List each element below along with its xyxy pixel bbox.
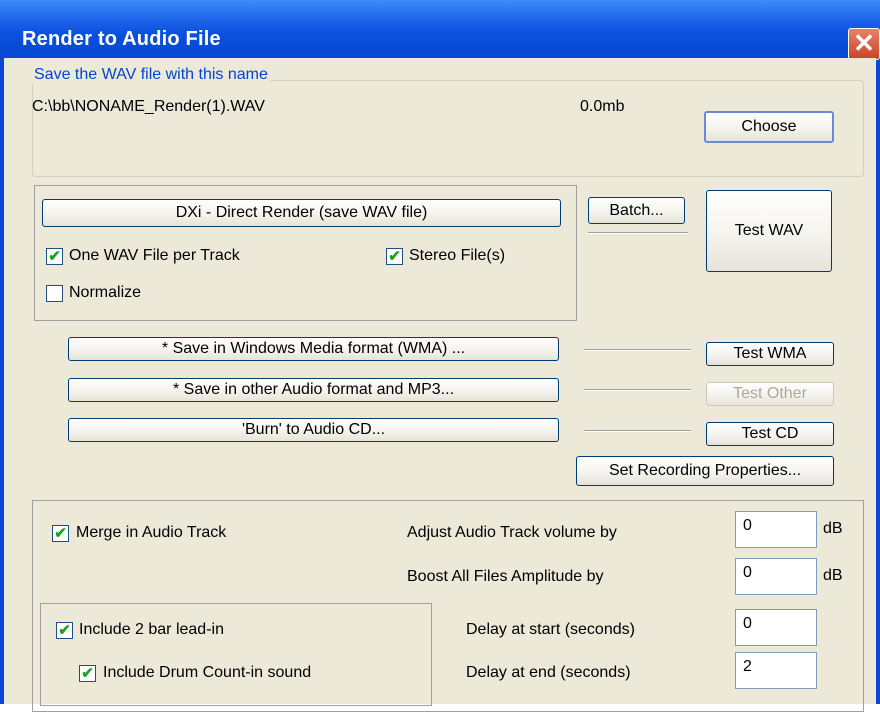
stereo-checkbox[interactable]: ✔ [386,248,403,265]
file-size: 0.0mb [580,98,625,115]
delay-end-label: Delay at end (seconds) [466,664,631,681]
checkmark-icon: ✔ [48,248,61,265]
dxi-render-button[interactable]: DXi - Direct Render (save WAV file) [42,199,561,227]
lead-in-group [40,603,432,706]
checkmark-icon: ✔ [81,665,94,682]
delay-start-label: Delay at start (seconds) [466,621,635,638]
normalize-label[interactable]: Normalize [69,284,141,302]
batch-button[interactable]: Batch... [588,197,685,224]
boost-amplitude-label: Boost All Files Amplitude by [407,568,604,585]
dialog-title: Render to Audio File [22,28,221,50]
filename-group-legend: Save the WAV file with this name [32,66,270,84]
save-wma-button[interactable]: * Save in Windows Media format (WMA) ... [68,337,559,361]
drum-count-in-label[interactable]: Include Drum Count-in sound [103,664,311,682]
close-icon: ✕ [853,28,875,58]
checkmark-icon: ✔ [54,525,67,542]
stereo-label[interactable]: Stereo File(s) [409,247,505,265]
test-cd-button[interactable]: Test CD [706,422,834,446]
lead-in-checkbox[interactable]: ✔ [56,622,73,639]
separator-line [584,349,691,351]
checkmark-icon: ✔ [58,622,71,639]
test-wma-button[interactable]: Test WMA [706,342,834,366]
normalize-checkbox[interactable] [46,285,63,302]
file-path: C:\bb\NONAME_Render(1).WAV [32,98,265,115]
dialog-window: Render to Audio File ✕ Save the WAV file… [0,0,880,712]
burn-cd-button[interactable]: 'Burn' to Audio CD... [68,418,559,442]
drum-count-in-checkbox[interactable]: ✔ [79,665,96,682]
one-wav-label[interactable]: One WAV File per Track [69,247,240,265]
checkmark-icon: ✔ [388,248,401,265]
title-bar[interactable]: Render to Audio File ✕ [0,0,880,60]
one-wav-checkbox[interactable]: ✔ [46,248,63,265]
adjust-volume-field[interactable]: 0 [735,511,817,548]
dialog-body: Save the WAV file with this name C:\bb\N… [4,58,876,712]
separator-line [584,389,691,391]
boost-amplitude-field[interactable]: 0 [735,558,817,595]
merge-audio-label[interactable]: Merge in Audio Track [76,524,226,542]
delay-end-field[interactable]: 2 [735,652,817,689]
separator-line [588,232,688,234]
test-other-button: Test Other [706,382,834,406]
separator-line [584,430,691,432]
save-other-format-button[interactable]: * Save in other Audio format and MP3... [68,378,559,402]
merge-audio-checkbox[interactable]: ✔ [52,525,69,542]
adjust-volume-unit: dB [823,520,843,537]
choose-button[interactable]: Choose [704,111,834,143]
delay-start-field[interactable]: 0 [735,609,817,646]
set-recording-properties-button[interactable]: Set Recording Properties... [576,456,834,486]
boost-amplitude-unit: dB [823,567,843,584]
close-button[interactable]: ✕ [848,28,880,60]
test-wav-button[interactable]: Test WAV [706,190,832,272]
adjust-volume-label: Adjust Audio Track volume by [407,524,617,541]
lead-in-label[interactable]: Include 2 bar lead-in [79,621,224,639]
